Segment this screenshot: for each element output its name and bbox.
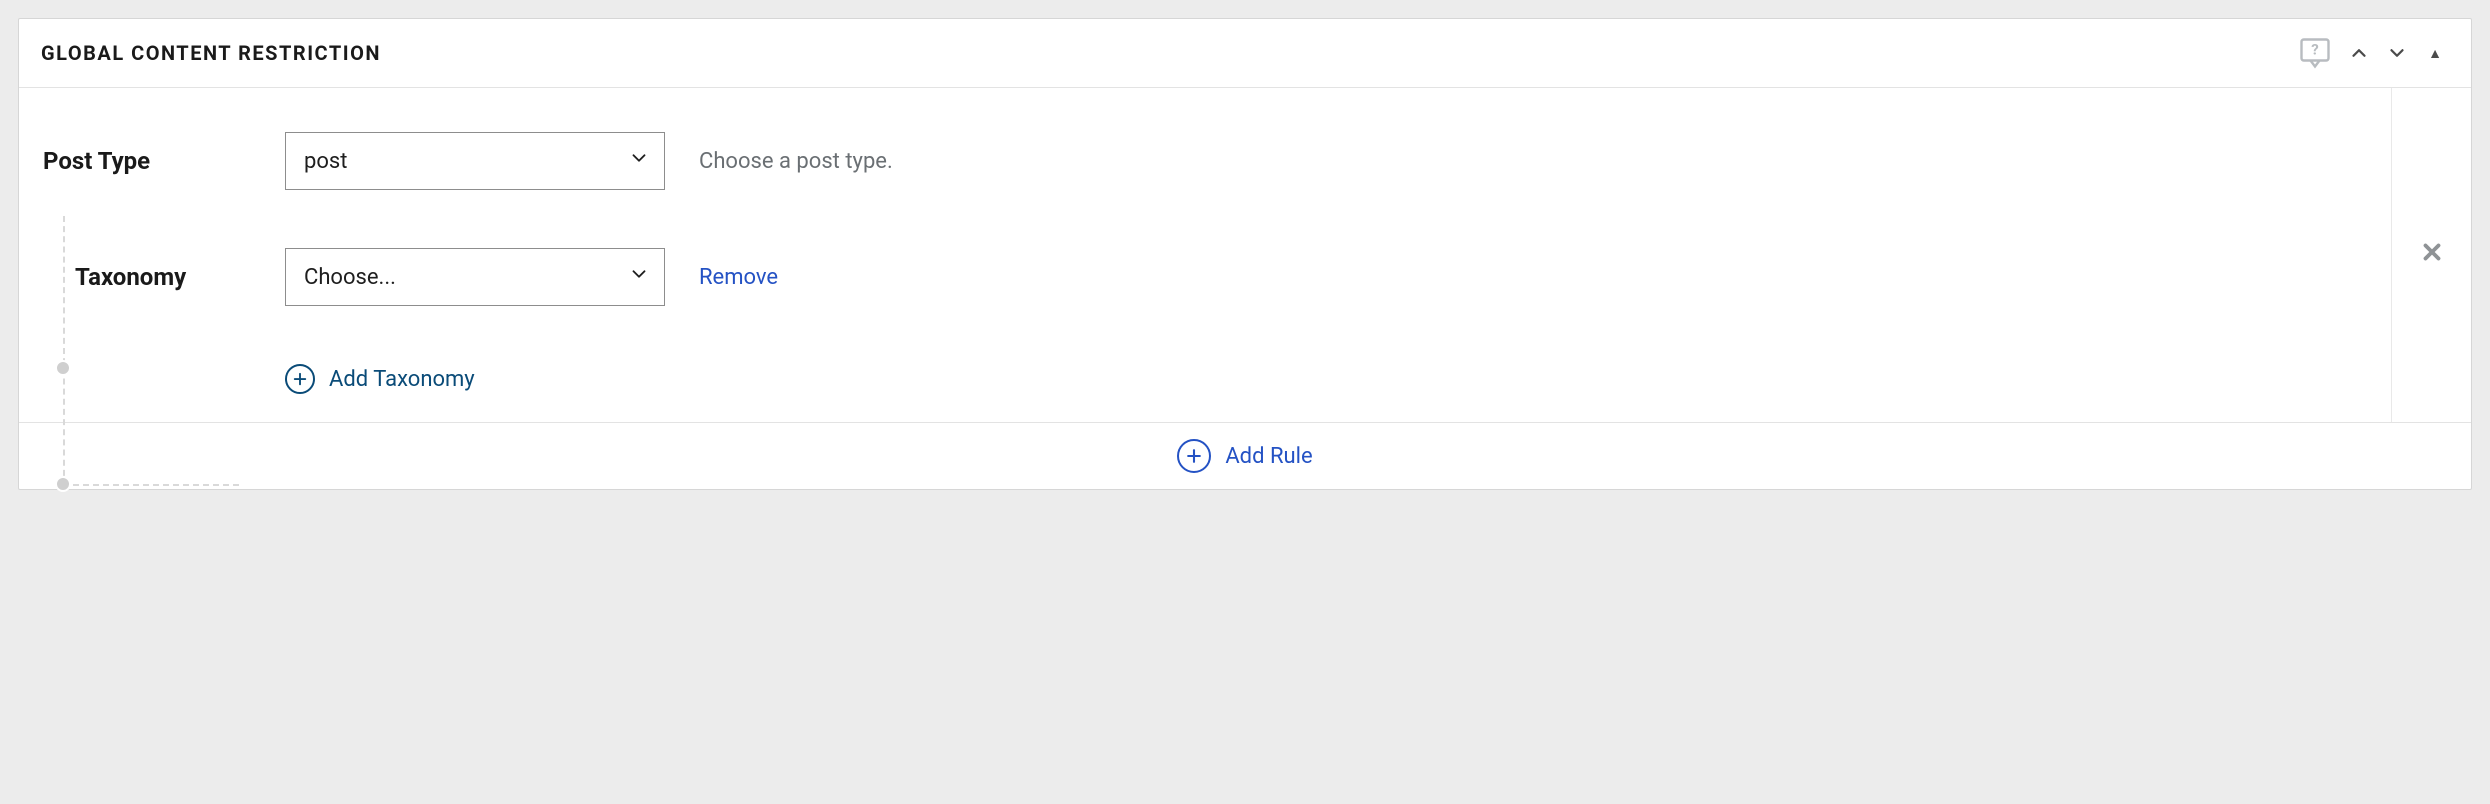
panel-header: GLOBAL CONTENT RESTRICTION ? ▲ <box>19 19 2471 88</box>
global-content-restriction-panel: GLOBAL CONTENT RESTRICTION ? ▲ <box>18 18 2472 490</box>
collapse-toggle-icon[interactable]: ▲ <box>2421 39 2449 67</box>
plus-icon <box>1177 439 1211 473</box>
tree-connector-vertical <box>63 216 65 486</box>
taxonomy-select[interactable]: Choose... <box>285 248 665 306</box>
tree-node-end <box>55 476 71 492</box>
post-type-row: Post Type post Choose a post type. <box>41 132 2369 190</box>
help-icon[interactable]: ? <box>2295 35 2335 71</box>
move-up-icon[interactable] <box>2345 39 2373 67</box>
add-taxonomy-label: Add Taxonomy <box>329 367 475 392</box>
post-type-select[interactable]: post <box>285 132 665 190</box>
post-type-select-value: post <box>304 149 347 174</box>
svg-text:?: ? <box>2311 41 2318 59</box>
taxonomy-select-value: Choose... <box>304 265 396 290</box>
panel-header-actions: ? ▲ <box>2295 35 2449 71</box>
move-down-icon[interactable] <box>2383 39 2411 67</box>
add-rule-button[interactable]: Add Rule <box>1225 444 1312 469</box>
tree-node-taxonomy <box>55 360 71 376</box>
tree-connector-horizontal <box>63 484 239 486</box>
taxonomy-row: Taxonomy Choose... Remove <box>41 248 2369 306</box>
post-type-label: Post Type <box>41 147 251 175</box>
panel-body: Post Type post Choose a post type. Taxon… <box>19 88 2471 422</box>
panel-title: GLOBAL CONTENT RESTRICTION <box>41 41 381 65</box>
add-taxonomy-button[interactable]: Add Taxonomy <box>285 364 2369 394</box>
chevron-down-icon <box>628 263 650 291</box>
remove-taxonomy-link[interactable]: Remove <box>699 265 778 290</box>
panel-main: Post Type post Choose a post type. Taxon… <box>19 88 2391 422</box>
panel-footer: Add Rule <box>19 422 2471 489</box>
remove-rule-button[interactable] <box>2419 239 2445 272</box>
panel-side <box>2391 88 2471 422</box>
plus-icon <box>285 364 315 394</box>
post-type-hint: Choose a post type. <box>699 149 893 174</box>
chevron-down-icon <box>628 147 650 175</box>
taxonomy-label: Taxonomy <box>41 263 251 291</box>
